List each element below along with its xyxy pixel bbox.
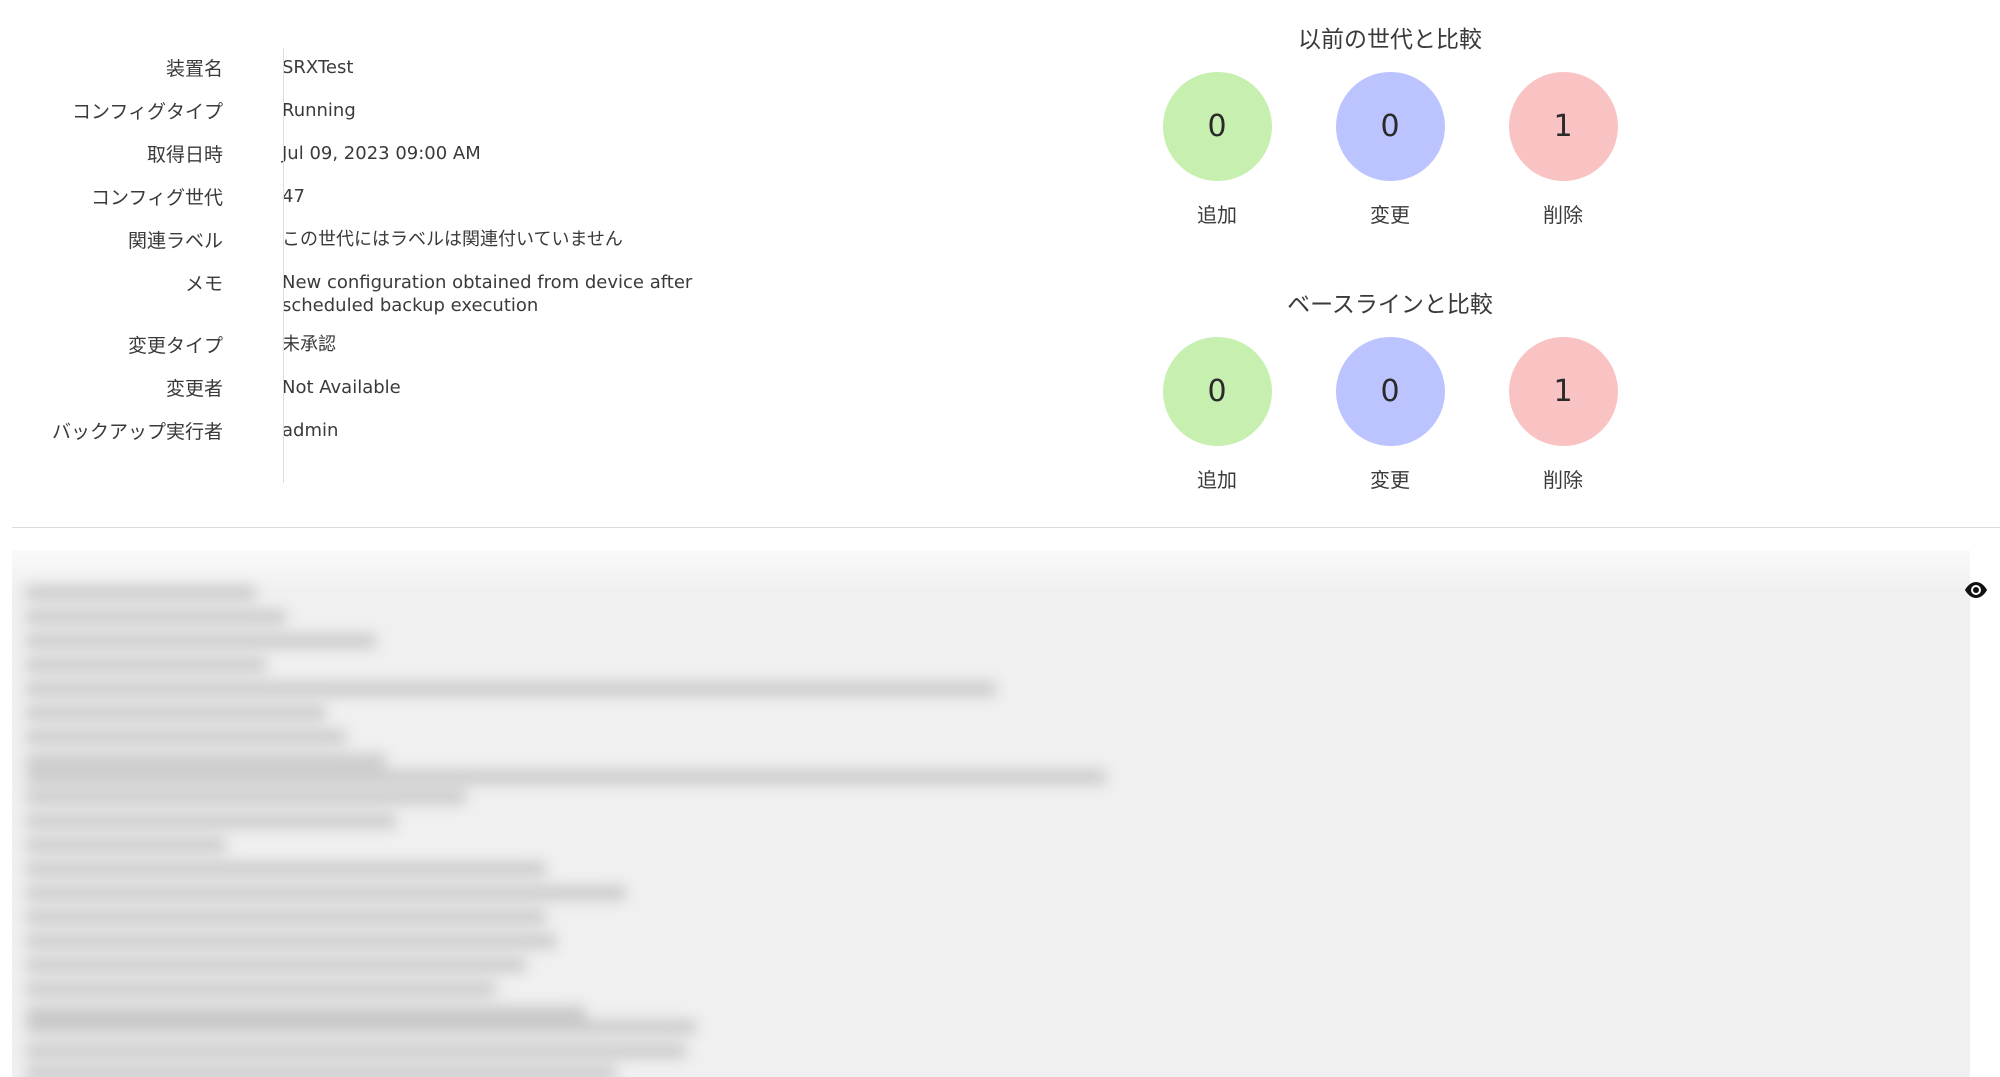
detail-value: 未承認 <box>282 334 336 355</box>
detail-label: メモ <box>184 273 223 295</box>
blurred-line <box>26 658 266 672</box>
previous-modified-counter[interactable]: 0 変更 <box>1335 72 1445 228</box>
detail-label: コンフィグ世代 <box>90 187 223 209</box>
detail-value: この世代にはラベルは関連付いていません <box>282 229 623 250</box>
detail-label: 関連ラベル <box>127 230 223 252</box>
detail-row-related-label: 関連ラベル この世代にはラベルは関連付いていません <box>0 220 760 263</box>
detail-value: New configuration obtained from device a… <box>282 272 693 316</box>
detail-row-config-generation: コンフィグ世代 47 <box>0 177 760 220</box>
added-label: 追加 <box>1197 203 1237 227</box>
blurred-line <box>26 838 226 852</box>
modified-label: 変更 <box>1370 203 1410 227</box>
blurred-line <box>26 634 376 648</box>
blurred-line <box>26 1066 616 1077</box>
deleted-label: 削除 <box>1543 203 1583 227</box>
detail-value: 47 <box>282 186 305 207</box>
detail-label: 取得日時 <box>146 144 223 166</box>
blurred-line <box>26 730 346 744</box>
previous-added-counter[interactable]: 0 追加 <box>1162 72 1272 228</box>
detail-label: 変更タイプ <box>127 335 223 357</box>
config-details-panel: 装置名 SRXTest コンフィグタイプ Running 取得日時 Jul 09… <box>0 48 760 483</box>
detail-row-backup-executor: バックアップ実行者 admin <box>0 411 760 454</box>
detail-label: 変更者 <box>165 378 223 400</box>
detail-row-change-type: 変更タイプ 未承認 <box>0 325 760 368</box>
detail-row-config-type: コンフィグタイプ Running <box>0 91 760 134</box>
config-content-viewer[interactable] <box>12 550 1970 1077</box>
blurred-line <box>26 754 386 768</box>
blurred-line <box>26 586 256 600</box>
added-count-circle[interactable]: 0 <box>1162 337 1272 446</box>
detail-value: SRXTest <box>282 57 354 78</box>
blurred-line <box>26 934 556 948</box>
deleted-label: 削除 <box>1543 468 1583 492</box>
baseline-deleted-counter[interactable]: 1 削除 <box>1508 337 1618 493</box>
added-label: 追加 <box>1197 468 1237 492</box>
blurred-line <box>26 770 1106 784</box>
deleted-count-circle[interactable]: 1 <box>1508 72 1618 181</box>
detail-label: コンフィグタイプ <box>71 101 223 123</box>
blurred-line <box>26 610 286 624</box>
baseline-modified-counter[interactable]: 0 変更 <box>1335 337 1445 493</box>
compare-previous-counters: 0 追加 0 変更 1 削除 <box>1140 72 1640 228</box>
blurred-line <box>26 1006 586 1020</box>
toggle-view-button[interactable] <box>1952 572 2000 608</box>
modified-count-circle[interactable]: 0 <box>1335 72 1445 181</box>
detail-row-memo: メモ New configuration obtained from devic… <box>0 263 760 325</box>
modified-label: 変更 <box>1370 468 1410 492</box>
detail-row-retrieved-at: 取得日時 Jul 09, 2023 09:00 AM <box>0 134 760 177</box>
deleted-count-circle[interactable]: 1 <box>1508 337 1618 446</box>
eye-icon[interactable] <box>1963 581 1989 599</box>
detail-value: Running <box>282 100 356 121</box>
previous-deleted-counter[interactable]: 1 削除 <box>1508 72 1618 228</box>
detail-label: 装置名 <box>165 58 223 80</box>
blurred-line <box>26 1044 686 1058</box>
blurred-line <box>26 958 526 972</box>
modified-count-circle[interactable]: 0 <box>1335 337 1445 446</box>
detail-label: バックアップ実行者 <box>51 421 223 443</box>
blurred-line <box>26 706 326 720</box>
blurred-line <box>26 862 546 876</box>
details-divider <box>283 48 284 483</box>
compare-baseline-title: ベースラインと比較 <box>1287 292 1493 318</box>
detail-row-changed-by: 変更者 Not Available <box>0 368 760 411</box>
compare-previous-title: 以前の世代と比較 <box>1298 27 1482 53</box>
detail-value: Jul 09, 2023 09:00 AM <box>282 143 481 164</box>
detail-row-device-name: 装置名 SRXTest <box>0 48 760 91</box>
blurred-line <box>26 682 996 696</box>
compare-baseline-section: ベースラインと比較 0 追加 0 変更 1 削除 <box>1140 285 1640 493</box>
baseline-added-counter[interactable]: 0 追加 <box>1162 337 1272 493</box>
detail-value: admin <box>282 420 339 441</box>
blurred-line <box>26 1020 696 1034</box>
detail-value: Not Available <box>282 377 401 398</box>
blurred-line <box>26 886 626 900</box>
blurred-line <box>26 910 546 924</box>
added-count-circle[interactable]: 0 <box>1162 72 1272 181</box>
compare-previous-section: 以前の世代と比較 0 追加 0 変更 1 削除 <box>1140 20 1640 228</box>
blurred-line <box>26 790 466 804</box>
section-separator <box>12 527 2000 528</box>
blurred-line <box>26 814 396 828</box>
compare-baseline-counters: 0 追加 0 変更 1 削除 <box>1140 337 1640 493</box>
blurred-line <box>26 982 496 996</box>
